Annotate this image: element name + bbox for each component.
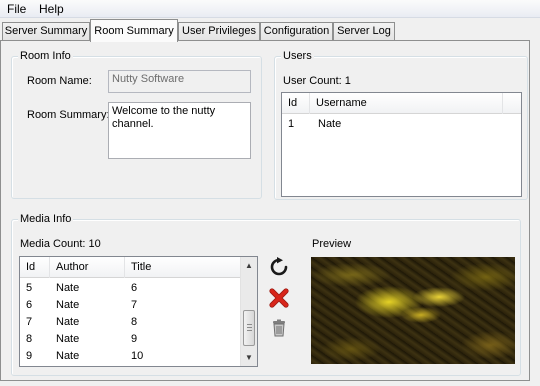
scroll-up-icon[interactable]: ▲	[241, 257, 257, 274]
delete-button[interactable]	[268, 287, 290, 309]
media-id-cell: 8	[26, 333, 33, 345]
media-title-cell: 9	[131, 333, 138, 345]
menu-help[interactable]: Help	[36, 2, 67, 16]
media-title-cell: 10	[131, 350, 144, 362]
room-name-label: Room Name:	[27, 75, 92, 87]
table-row[interactable]: 5 Nate 6	[20, 280, 240, 297]
media-info-group: Media Info Media Count: 10 Id Author Tit…	[11, 212, 521, 376]
media-author-cell: Nate	[56, 350, 80, 362]
media-list-header: Id Author Title	[20, 257, 241, 278]
trash-button[interactable]	[268, 317, 290, 339]
users-list[interactable]: Id Username 1 Nate	[281, 92, 522, 197]
media-author-cell: Nate	[56, 316, 80, 328]
media-list-scrollbar[interactable]: ▲ ▼	[240, 257, 257, 366]
users-col-id[interactable]: Id	[282, 93, 310, 114]
media-title-cell: 8	[131, 316, 138, 328]
table-row[interactable]: 9 Nate 10	[20, 348, 240, 365]
room-summary-label: Room Summary:	[27, 109, 110, 121]
table-row[interactable]: 6 Nate 7	[20, 297, 240, 314]
tab-room-summary[interactable]: Room Summary	[90, 19, 178, 42]
table-row[interactable]: 1 Nate	[282, 116, 521, 133]
room-summary-field[interactable]: Welcome to the nutty channel.	[108, 102, 251, 159]
preview-label: Preview	[312, 238, 352, 250]
room-summary-panel: Room Info Room Name: Nutty Software Room…	[0, 40, 530, 381]
users-legend: Users	[281, 49, 314, 63]
user-id-cell: 1	[288, 118, 295, 130]
media-list[interactable]: Id Author Title 5 Nate 6 6 Nate 7 7 Nate…	[19, 256, 258, 367]
tab-server-log[interactable]: Server Log	[333, 22, 395, 41]
menu-file[interactable]: File	[4, 2, 29, 16]
refresh-icon	[270, 257, 288, 276]
tab-strip: Server Summary Room Summary User Privile…	[0, 19, 540, 42]
media-author-cell: Nate	[56, 299, 80, 311]
media-col-id[interactable]: Id	[20, 257, 50, 278]
tab-server-summary[interactable]: Server Summary	[2, 22, 90, 41]
media-id-cell: 9	[26, 350, 33, 362]
media-col-author[interactable]: Author	[50, 257, 125, 278]
menu-bar: File Help	[0, 0, 540, 18]
media-id-cell: 6	[26, 299, 33, 311]
media-preview-image	[311, 257, 515, 364]
refresh-button[interactable]	[268, 256, 290, 278]
room-info-legend: Room Info	[18, 49, 73, 63]
media-author-cell: Nate	[56, 333, 80, 345]
scroll-down-icon[interactable]: ▼	[241, 349, 257, 366]
room-info-group: Room Info Room Name: Nutty Software Room…	[11, 49, 262, 199]
tab-user-privileges[interactable]: User Privileges	[178, 22, 260, 41]
media-author-cell: Nate	[56, 282, 80, 294]
media-col-title[interactable]: Title	[125, 257, 241, 278]
trash-icon	[273, 319, 285, 337]
users-group: Users User Count: 1 Id Username 1 Nate	[274, 49, 528, 200]
user-username-cell: Nate	[318, 118, 342, 130]
scrollbar-thumb[interactable]	[243, 310, 255, 346]
room-name-field[interactable]: Nutty Software	[108, 70, 251, 93]
table-row[interactable]: 7 Nate 8	[20, 314, 240, 331]
media-id-cell: 7	[26, 316, 33, 328]
media-title-cell: 6	[131, 282, 138, 294]
media-id-cell: 5	[26, 282, 33, 294]
media-info-legend: Media Info	[18, 212, 74, 226]
tab-configuration[interactable]: Configuration	[260, 22, 333, 41]
users-col-username[interactable]: Username	[310, 93, 503, 114]
delete-icon	[269, 288, 289, 308]
table-row[interactable]: 8 Nate 9	[20, 331, 240, 348]
users-list-header: Id Username	[282, 93, 521, 114]
media-title-cell: 7	[131, 299, 138, 311]
user-count-label: User Count: 1	[283, 75, 351, 87]
media-count-label: Media Count: 10	[20, 238, 101, 250]
